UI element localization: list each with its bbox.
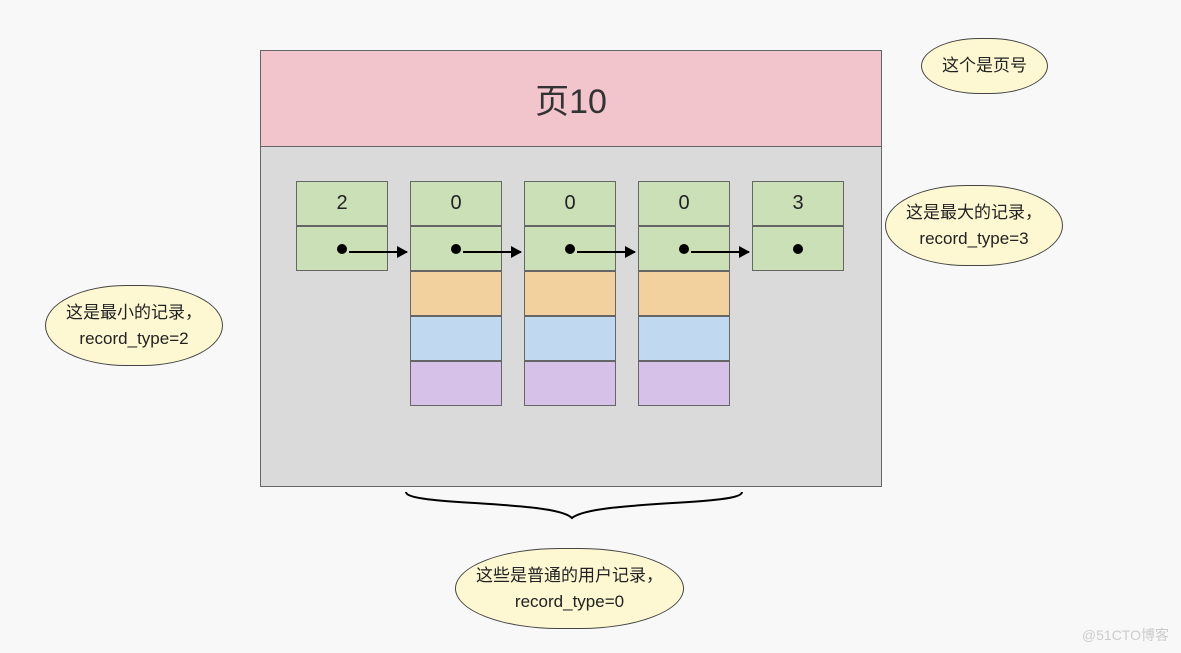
- record-ptr-cell: [638, 226, 730, 271]
- callout-user-records: 这些是普通的用户记录，record_type=0: [455, 548, 684, 629]
- record-type-cell: 2: [296, 181, 388, 226]
- record-data-cell: [638, 316, 730, 361]
- record-data-cell: [410, 361, 502, 406]
- record-ptr-cell: [752, 226, 844, 271]
- watermark: @51CTO博客: [1082, 625, 1169, 645]
- pointer-dot-icon: [679, 244, 689, 254]
- callout-text: 这个是页号: [942, 56, 1027, 75]
- curly-brace-icon: [404, 490, 744, 522]
- callout-max-record: 这是最大的记录，record_type=3: [885, 185, 1063, 266]
- record-type-cell: 0: [524, 181, 616, 226]
- link-arrow-icon: [349, 251, 407, 253]
- record-ptr-cell: [410, 226, 502, 271]
- record-data-cell: [638, 271, 730, 316]
- record-type-cell: 3: [752, 181, 844, 226]
- page-header: 页10: [261, 51, 881, 147]
- callout-text: 这是最小的记录，record_type=2: [66, 303, 202, 348]
- callout-min-record: 这是最小的记录，record_type=2: [45, 285, 223, 366]
- record-data-cell: [638, 361, 730, 406]
- record-min: 2: [296, 181, 388, 406]
- pointer-dot-icon: [793, 244, 803, 254]
- record-data-cell: [524, 271, 616, 316]
- record-data-cell: [524, 361, 616, 406]
- callout-page-number: 这个是页号: [921, 38, 1048, 94]
- pointer-dot-icon: [337, 244, 347, 254]
- record-data-cell: [410, 316, 502, 361]
- link-arrow-icon: [577, 251, 635, 253]
- record-type-cell: 0: [638, 181, 730, 226]
- record-user: 0: [410, 181, 502, 406]
- link-arrow-icon: [463, 251, 521, 253]
- callout-text: 这些是普通的用户记录，record_type=0: [476, 566, 663, 611]
- record-type-cell: 0: [410, 181, 502, 226]
- record-data-cell: [524, 316, 616, 361]
- watermark-text: @51CTO博客: [1082, 627, 1169, 643]
- record-user: 0: [638, 181, 730, 406]
- page-title: 页10: [535, 74, 607, 123]
- record-max: 3: [752, 181, 844, 406]
- record-data-cell: [410, 271, 502, 316]
- callout-text: 这是最大的记录，record_type=3: [906, 203, 1042, 248]
- pointer-dot-icon: [451, 244, 461, 254]
- link-arrow-icon: [691, 251, 749, 253]
- record-user: 0: [524, 181, 616, 406]
- records-row: 2 0 0 0 3: [296, 181, 844, 406]
- record-ptr-cell: [524, 226, 616, 271]
- pointer-dot-icon: [565, 244, 575, 254]
- page-box: 页10 2 0 0 0: [260, 50, 882, 487]
- record-ptr-cell: [296, 226, 388, 271]
